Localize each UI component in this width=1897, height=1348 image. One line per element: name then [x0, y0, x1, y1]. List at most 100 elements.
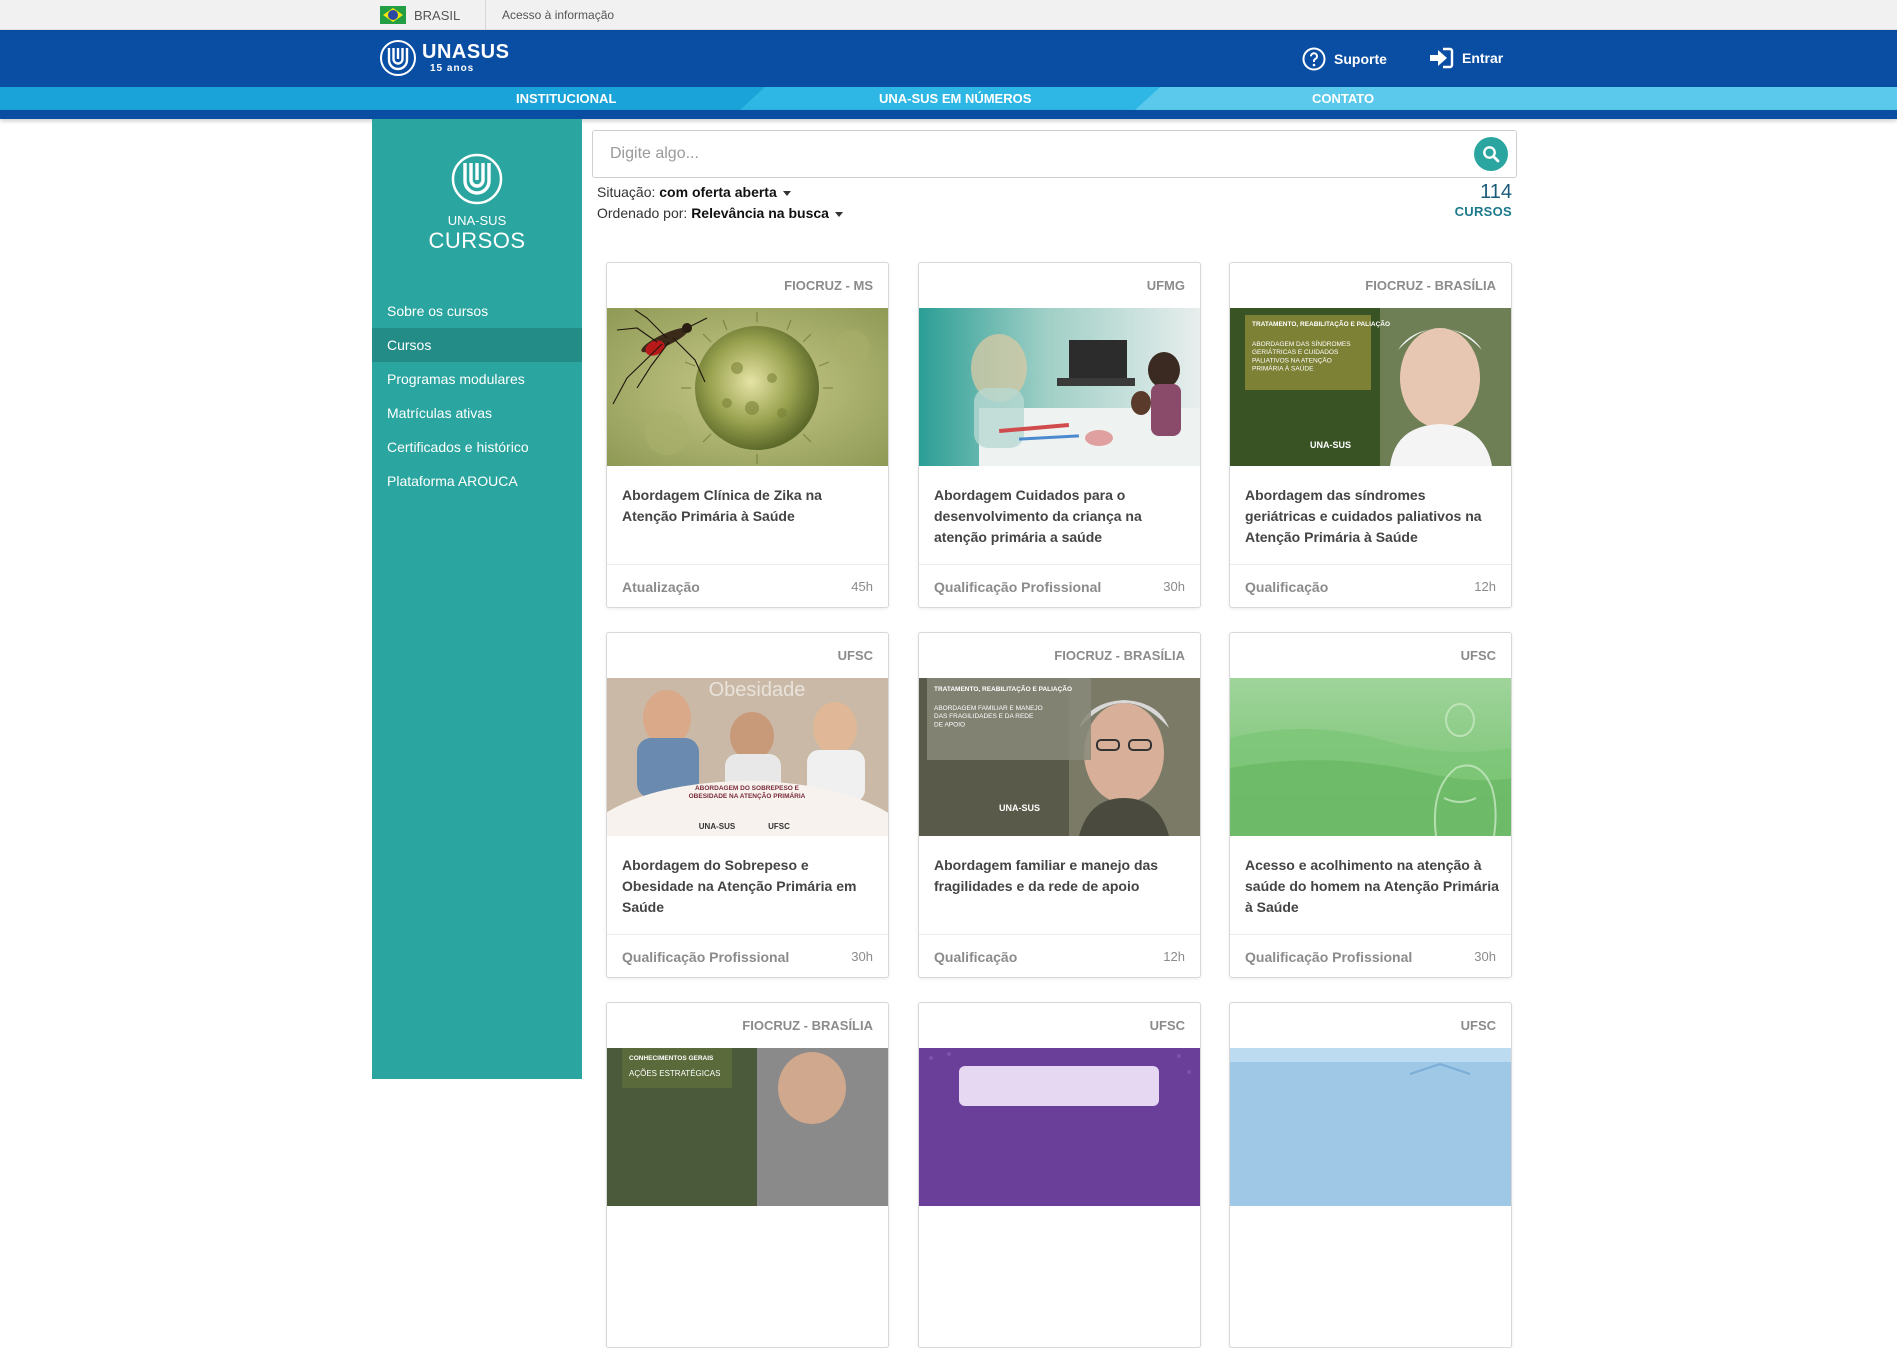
sidebar-item-sobre[interactable]: Sobre os cursos: [372, 294, 582, 328]
course-card[interactable]: FIOCRUZ - MS Abordagem Clínica de Zika n…: [606, 262, 889, 608]
search-input[interactable]: [593, 131, 1453, 177]
results-count-number: 114: [1480, 181, 1512, 203]
course-card[interactable]: UFSC: [1229, 1002, 1512, 1348]
sidebar-item-arouca[interactable]: Plataforma AROUCA: [372, 464, 582, 498]
sidebar-logo[interactable]: UNA-SUS CURSOS: [372, 153, 582, 254]
sidebar-item-cursos[interactable]: Cursos: [372, 328, 582, 362]
course-card[interactable]: UFSC Acesso e acolhimento na atenção à s…: [1229, 632, 1512, 978]
logo-name: UNASUS: [422, 41, 510, 63]
unasus-logo-icon: [380, 40, 416, 76]
sign-in-icon: [1430, 47, 1454, 69]
gov-divider: [485, 0, 486, 30]
sidebar-item-programas[interactable]: Programas modulares: [372, 362, 582, 396]
course-card[interactable]: UFSC: [918, 1002, 1201, 1348]
card-title: Acesso e acolhimento na atenção à saúde …: [1245, 857, 1499, 915]
card-type: Atualização: [622, 579, 700, 595]
logo-sub: 15 anos: [430, 63, 475, 74]
gov-brasil-link[interactable]: BRASIL: [380, 6, 460, 24]
nav-una-sus-numeros[interactable]: UNA-SUS EM NÚMEROS: [879, 91, 1031, 106]
card-title: Abordagem Clínica de Zika na Atenção Pri…: [622, 487, 822, 524]
card-image-logo: UNA-SUS: [999, 803, 1040, 813]
card-image: [607, 308, 888, 466]
card-type: Qualificação: [1245, 579, 1329, 595]
filter-order-label: Ordenado por:: [597, 205, 688, 221]
sidebar-logo-small: UNA-SUS: [447, 213, 507, 228]
elderly-portrait-image: CONHECIMENTOS GERAIS AÇÕES ESTRATÉGICAS: [607, 1048, 888, 1206]
search-box: [592, 130, 1517, 178]
results-count-label: CURSOS: [1454, 204, 1512, 219]
card-institution: UFMG: [1146, 278, 1185, 293]
card-footer: Atualização 45h: [607, 564, 888, 607]
filter-order-dropdown[interactable]: Relevância na busca: [691, 205, 843, 221]
card-title: Abordagem Cuidados para o desenvolviment…: [934, 487, 1142, 545]
card-image-logo1: UNA-SUS: [699, 822, 736, 831]
card-hours: 30h: [1163, 579, 1185, 594]
light-blue-banner-image: [1230, 1048, 1511, 1206]
sidebar-logo-big: CURSOS: [428, 228, 526, 253]
card-footer: Qualificação 12h: [1230, 564, 1511, 607]
card-image-logo2: UFSC: [768, 822, 790, 831]
card-hours: 45h: [851, 579, 873, 594]
card-type: Qualificação Profissional: [622, 949, 790, 965]
gov-country-label: BRASIL: [414, 7, 461, 23]
card-institution: FIOCRUZ - MS: [784, 278, 873, 293]
card-image: TRATAMENTO, REABILITAÇÃO E PALIAÇÃO ABOR…: [919, 678, 1200, 836]
nav-segment: [0, 87, 760, 110]
card-hours: 30h: [1474, 949, 1496, 964]
main-header: UNASUS 15 anos Suporte Entrar: [0, 30, 1897, 87]
nav-contato[interactable]: CONTATO: [1312, 91, 1374, 106]
card-institution: UFSC: [1460, 648, 1496, 663]
elderly-woman-image: TRATAMENTO, REABILITAÇÃO E PALIAÇÃO ABOR…: [919, 678, 1200, 836]
filter-order-value: Relevância na busca: [691, 205, 829, 221]
login-label: Entrar: [1462, 50, 1504, 66]
card-footer: Qualificação 12h: [919, 934, 1200, 977]
card-hours: 12h: [1474, 579, 1496, 594]
nav-segment: [1135, 87, 1897, 110]
card-image: [919, 1048, 1200, 1206]
card-image-tag: TRATAMENTO, REABILITAÇÃO E PALIAÇÃO: [934, 684, 1072, 693]
child-care-image: [919, 308, 1200, 466]
zika-mosquito-image: [607, 308, 888, 466]
card-institution: UFSC: [837, 648, 873, 663]
card-image: [919, 308, 1200, 466]
sidebar-item-certificados[interactable]: Certificados e histórico: [372, 430, 582, 464]
login-link[interactable]: Entrar: [1428, 47, 1503, 69]
help-circle-icon: [1302, 47, 1326, 71]
card-footer: Qualificação Profissional 30h: [919, 564, 1200, 607]
access-info-link[interactable]: Acesso à informação: [502, 8, 614, 22]
gov-bar: BRASIL Acesso à informação: [0, 0, 1897, 30]
sidebar: UNA-SUS CURSOS Sobre os cursos Cursos Pr…: [372, 119, 582, 1079]
sidebar-item-matriculas[interactable]: Matrículas ativas: [372, 396, 582, 430]
card-image-word: Obesidade: [709, 679, 806, 701]
nav-institucional[interactable]: INSTITUCIONAL: [516, 91, 616, 106]
main-nav: INSTITUCIONAL UNA-SUS EM NÚMEROS CONTATO: [0, 87, 1897, 110]
una-sus-cursos-logo-icon: [451, 153, 503, 205]
card-image-tag: TRATAMENTO, REABILITAÇÃO E PALIAÇÃO: [1252, 319, 1390, 328]
card-hours: 12h: [1163, 949, 1185, 964]
course-card[interactable]: UFMG Abordagem Cuidados para o desenvolv…: [918, 262, 1201, 608]
support-link[interactable]: Suporte: [1302, 47, 1387, 71]
card-institution: FIOCRUZ - BRASÍLIA: [742, 1018, 873, 1033]
card-institution: FIOCRUZ - BRASÍLIA: [1054, 648, 1185, 663]
unasus-logo[interactable]: UNASUS 15 anos: [380, 40, 509, 76]
green-man-image: [1230, 678, 1511, 836]
card-footer: Qualificação Profissional 30h: [607, 934, 888, 977]
caret-down-icon: [782, 190, 791, 196]
purple-banner-image: [919, 1048, 1200, 1206]
card-footer: Qualificação Profissional 30h: [1230, 934, 1511, 977]
course-card[interactable]: FIOCRUZ - BRASÍLIA TRATAMENTO, REABILITA…: [1229, 262, 1512, 608]
elderly-man-image: TRATAMENTO, REABILITAÇÃO E PALIAÇÃO ABOR…: [1230, 308, 1511, 466]
obesity-doctors-image: Obesidade ABORDAGEM DO SOBREPESO E OBESID…: [607, 678, 888, 836]
course-card[interactable]: FIOCRUZ - BRASÍLIA TRATAMENTO, REABILITA…: [918, 632, 1201, 978]
card-image: Obesidade ABORDAGEM DO SOBREPESO E OBESID…: [607, 678, 888, 836]
filter-situation: Situação: com oferta aberta: [597, 184, 791, 200]
search-icon: [1483, 146, 1500, 163]
card-title: Abordagem das síndromes geriátricas e cu…: [1245, 487, 1482, 545]
search-button[interactable]: [1474, 137, 1508, 171]
course-card[interactable]: FIOCRUZ - BRASÍLIA CONHECIMENTOS GERAIS …: [606, 1002, 889, 1348]
brazil-flag-icon: [380, 6, 406, 24]
card-title: Abordagem do Sobrepeso e Obesidade na At…: [622, 857, 857, 915]
course-card[interactable]: UFSC Obesidade ABORDAGEM DO SOBREPESO EO…: [606, 632, 889, 978]
nav-underline: [0, 110, 1897, 119]
filter-situation-dropdown[interactable]: com oferta aberta: [659, 184, 791, 200]
